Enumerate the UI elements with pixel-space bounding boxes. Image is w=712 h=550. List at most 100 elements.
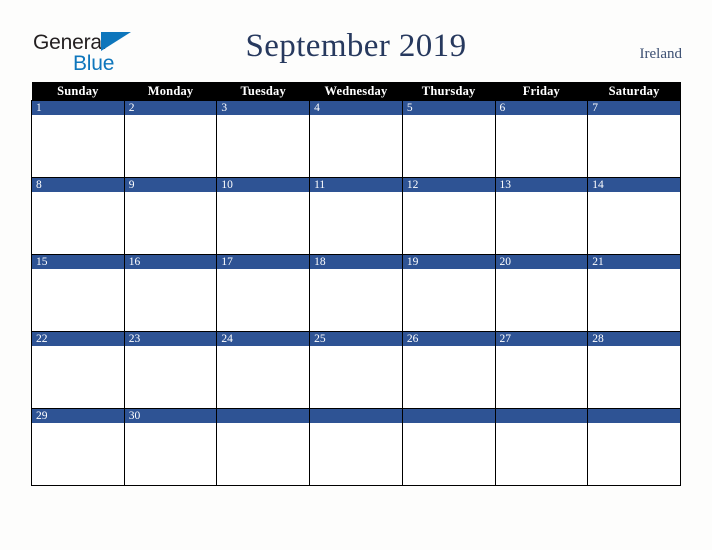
day-events-area[interactable]	[495, 115, 588, 177]
day-events-area[interactable]	[124, 423, 217, 485]
day-events-area[interactable]	[310, 269, 402, 331]
day-events-area[interactable]	[588, 423, 680, 485]
day-events-area[interactable]	[124, 269, 217, 331]
day-number	[402, 409, 495, 423]
day-events-area[interactable]	[588, 192, 680, 254]
day-events-area[interactable]	[310, 423, 402, 485]
weekday-header-sunday: Sunday	[31, 82, 125, 101]
day-events-area[interactable]	[217, 423, 310, 485]
day-cell[interactable]: 2	[123, 100, 218, 178]
calendar-body: 1 2 3 4 5 6 7 8 9 10 11 12 13 14 15 16 1…	[31, 100, 681, 486]
weekday-header-row: Sunday Monday Tuesday Wednesday Thursday…	[31, 82, 681, 101]
day-events-area[interactable]	[588, 269, 680, 331]
day-cell-empty[interactable]	[494, 408, 589, 486]
day-cell[interactable]: 22	[31, 331, 125, 409]
page-title: September 2019	[245, 28, 467, 64]
day-cell-empty[interactable]	[401, 408, 496, 486]
day-cell[interactable]: 10	[216, 177, 311, 255]
day-cell[interactable]: 28	[587, 331, 681, 409]
day-cell[interactable]: 30	[123, 408, 218, 486]
day-events-area[interactable]	[588, 115, 680, 177]
day-cell[interactable]: 11	[309, 177, 403, 255]
day-cell[interactable]: 25	[309, 331, 403, 409]
day-events-area[interactable]	[32, 269, 124, 331]
day-cell[interactable]: 3	[216, 100, 311, 178]
week-row: 29 30	[31, 408, 681, 486]
day-number: 20	[495, 255, 588, 269]
day-events-area[interactable]	[495, 192, 588, 254]
day-events-area[interactable]	[310, 346, 402, 408]
day-cell[interactable]: 24	[216, 331, 311, 409]
day-events-area[interactable]	[402, 115, 495, 177]
calendar-weekday-header: Sunday Monday Tuesday Wednesday Thursday…	[31, 82, 681, 101]
day-events-area[interactable]	[402, 346, 495, 408]
day-cell-empty[interactable]	[216, 408, 311, 486]
day-events-area[interactable]	[495, 346, 588, 408]
day-cell[interactable]: 19	[401, 254, 496, 332]
day-number: 9	[124, 178, 217, 192]
weekday-header-monday: Monday	[124, 82, 217, 101]
day-cell[interactable]: 7	[587, 100, 681, 178]
day-events-area[interactable]	[32, 423, 124, 485]
day-cell[interactable]: 20	[494, 254, 589, 332]
weekday-header-tuesday: Tuesday	[216, 82, 310, 101]
day-number: 12	[402, 178, 495, 192]
day-cell-empty[interactable]	[309, 408, 403, 486]
day-events-area[interactable]	[495, 423, 588, 485]
day-number: 2	[124, 101, 217, 115]
day-number: 24	[217, 332, 310, 346]
day-cell-empty[interactable]	[587, 408, 681, 486]
day-events-area[interactable]	[124, 346, 217, 408]
day-events-area[interactable]	[588, 346, 680, 408]
day-cell[interactable]: 9	[123, 177, 218, 255]
day-events-area[interactable]	[310, 192, 402, 254]
day-cell[interactable]: 16	[123, 254, 218, 332]
day-cell[interactable]: 29	[31, 408, 125, 486]
day-cell[interactable]: 14	[587, 177, 681, 255]
day-number: 7	[588, 101, 680, 115]
day-events-area[interactable]	[217, 192, 310, 254]
day-events-area[interactable]	[310, 115, 402, 177]
day-cell[interactable]: 12	[401, 177, 496, 255]
day-events-area[interactable]	[217, 115, 310, 177]
day-cell[interactable]: 18	[309, 254, 403, 332]
day-number: 13	[495, 178, 588, 192]
day-number	[495, 409, 588, 423]
day-events-area[interactable]	[402, 423, 495, 485]
day-number: 1	[32, 101, 124, 115]
day-number: 3	[217, 101, 310, 115]
day-events-area[interactable]	[217, 269, 310, 331]
day-events-area[interactable]	[32, 192, 124, 254]
day-events-area[interactable]	[402, 269, 495, 331]
day-events-area[interactable]	[217, 346, 310, 408]
day-cell[interactable]: 21	[587, 254, 681, 332]
day-cell[interactable]: 8	[31, 177, 125, 255]
day-number: 10	[217, 178, 310, 192]
day-events-area[interactable]	[124, 115, 217, 177]
day-number: 25	[310, 332, 402, 346]
weekday-header-friday: Friday	[495, 82, 588, 101]
day-number: 28	[588, 332, 680, 346]
day-events-area[interactable]	[495, 269, 588, 331]
day-cell[interactable]: 26	[401, 331, 496, 409]
day-cell[interactable]: 5	[401, 100, 496, 178]
day-number: 14	[588, 178, 680, 192]
day-number	[310, 409, 402, 423]
day-events-area[interactable]	[124, 192, 217, 254]
day-number: 4	[310, 101, 402, 115]
day-cell[interactable]: 13	[494, 177, 589, 255]
week-row: 22 23 24 25 26 27 28	[31, 331, 681, 409]
day-events-area[interactable]	[32, 346, 124, 408]
day-cell[interactable]: 6	[494, 100, 589, 178]
day-cell[interactable]: 4	[309, 100, 403, 178]
weekday-header-thursday: Thursday	[402, 82, 496, 101]
day-number: 26	[402, 332, 495, 346]
day-cell[interactable]: 17	[216, 254, 311, 332]
day-number	[217, 409, 310, 423]
day-cell[interactable]: 27	[494, 331, 589, 409]
day-events-area[interactable]	[32, 115, 124, 177]
day-cell[interactable]: 1	[31, 100, 125, 178]
day-cell[interactable]: 15	[31, 254, 125, 332]
day-cell[interactable]: 23	[123, 331, 218, 409]
day-events-area[interactable]	[402, 192, 495, 254]
